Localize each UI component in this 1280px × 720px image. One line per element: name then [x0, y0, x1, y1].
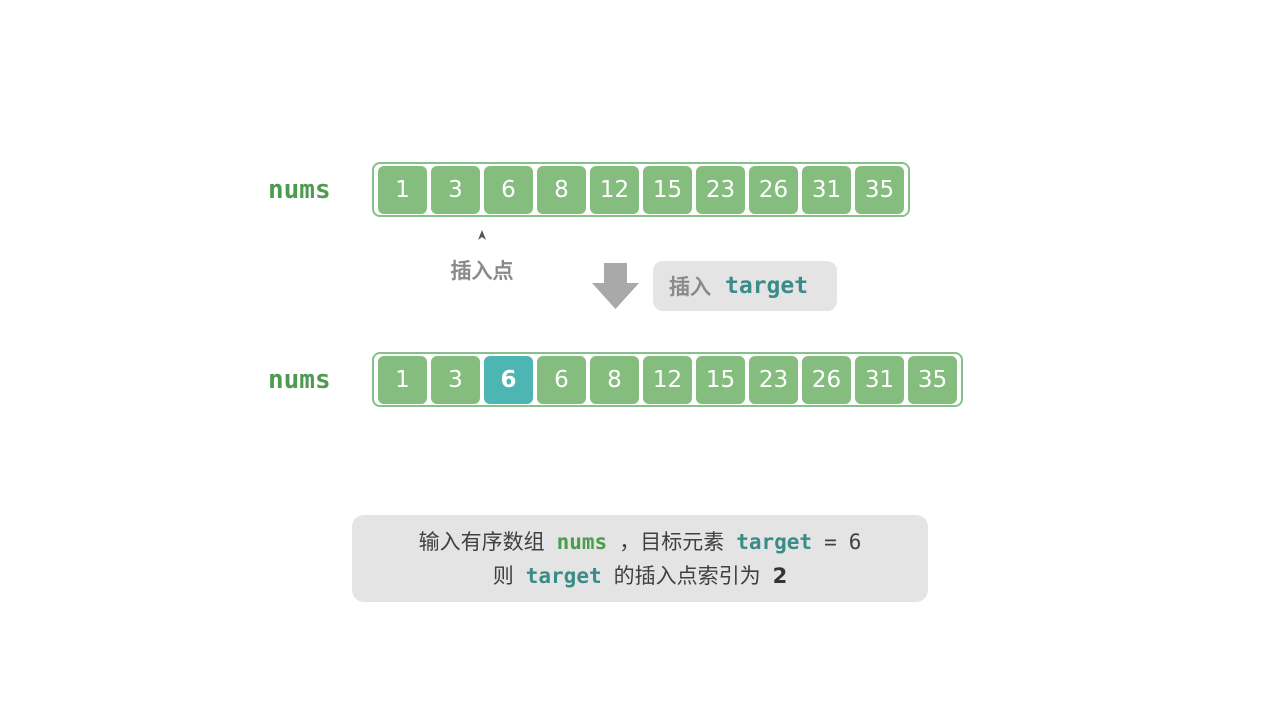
top_array-cell-8: 31 [802, 165, 851, 214]
bottom_array-cell-5: 12 [643, 355, 692, 404]
description-line-1: 输入有序数组 nums ，目标元素 target = 6 [419, 525, 862, 559]
bottom_array-cell-4: 8 [590, 355, 639, 404]
bottom_array-cell-7: 23 [749, 355, 798, 404]
description-equals: = [824, 529, 837, 554]
description-then: 则 [492, 563, 514, 588]
bottom_array-cell-2: 6 [484, 355, 533, 404]
bottom_array-cell-6: 15 [696, 355, 745, 404]
insert-word: 插入 [669, 275, 711, 299]
top_array-cell-2: 6 [484, 165, 533, 214]
top_array-cell-7: 26 [749, 165, 798, 214]
top_array-cell-1: 3 [431, 165, 480, 214]
bottom-array-label: nums [268, 365, 331, 395]
down-arrow-icon [592, 263, 639, 309]
top-array: 1 3 6 8 12 15 23 26 31 35 [372, 162, 910, 217]
top_array-cell-6: 23 [696, 165, 745, 214]
up-arrowhead-icon [478, 230, 486, 240]
diagram-canvas: nums 1 3 6 8 12 15 23 26 31 35 插入点 插入 target nums… [0, 0, 1280, 720]
bottom_array-cell-9: 31 [855, 355, 904, 404]
top-array-label: nums [268, 175, 331, 205]
description-middle: ，目标元素 [619, 529, 725, 554]
top_array-cell-4: 12 [590, 165, 639, 214]
description-target-value: 6 [848, 529, 862, 554]
description-line-2: 则 target 的插入点索引为 2 [493, 559, 787, 593]
description-result: 2 [772, 563, 788, 588]
bottom_array-cell-3: 6 [537, 355, 586, 404]
bottom_array-cell-1: 3 [431, 355, 480, 404]
description-index-text: 的插入点索引为 [613, 563, 761, 588]
bottom-array: 1 3 6 6 8 12 15 23 26 31 35 [372, 352, 963, 407]
description-target: target [736, 529, 813, 554]
description-prefix: 输入有序数组 [418, 529, 545, 554]
description-target-2: target [525, 563, 602, 588]
bottom_array-cell-10: 35 [908, 355, 957, 404]
description-nums: nums [556, 529, 608, 554]
top_array-cell-9: 35 [855, 165, 904, 214]
bottom_array-cell-0: 1 [378, 355, 427, 404]
insert-point-label: 插入点 [450, 259, 514, 283]
description-box: 输入有序数组 nums ，目标元素 target = 6 则 target 的插入点索引为 2 [352, 515, 928, 602]
top_array-cell-5: 15 [643, 165, 692, 214]
bottom_array-cell-8: 26 [802, 355, 851, 404]
insert-target-badge: 插入 target [653, 261, 837, 311]
insert-target-code: target [725, 273, 809, 299]
top_array-cell-3: 8 [537, 165, 586, 214]
top_array-cell-0: 1 [378, 165, 427, 214]
